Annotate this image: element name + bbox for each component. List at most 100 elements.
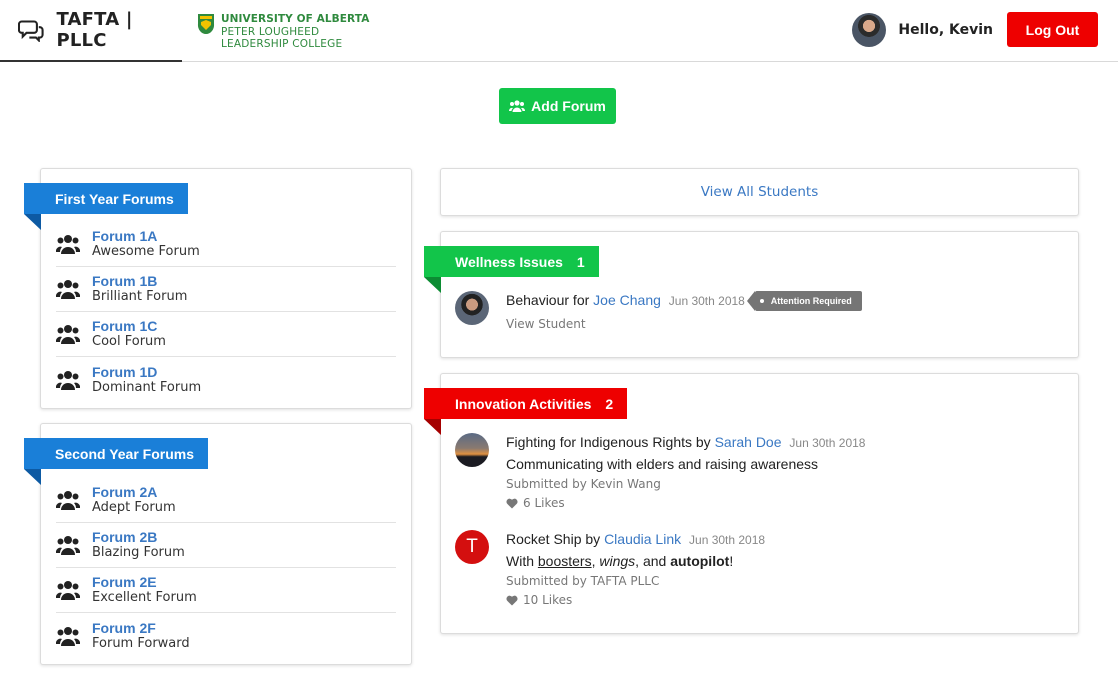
heart-icon — [506, 498, 518, 508]
wellness-item-title: Behaviour for Joe Chang Jun 30th 2018 At… — [506, 291, 862, 312]
submitted-by: Submitted by Kevin Wang — [506, 477, 661, 491]
innovation-title-prefix: Fighting for Indigenous Rights by — [506, 434, 711, 450]
college-name-line1: PETER LOUGHEED — [221, 25, 320, 38]
logout-button[interactable]: Log Out — [1007, 12, 1098, 47]
innovation-item: Fighting for Indigenous Rights by Sarah … — [455, 433, 865, 510]
innovation-activities-card: Innovation Activities 2 Fighting for Ind… — [424, 373, 1079, 634]
first-year-forums-card: First Year Forums Forum 1A Awesome Forum… — [24, 168, 412, 409]
first-year-forum-list: Forum 1A Awesome Forum Forum 1B Brillian… — [56, 222, 396, 402]
second-year-forum-list: Forum 2A Adept Forum Forum 2B Blazing Fo… — [56, 478, 396, 658]
innovation-activities-count: 2 — [605, 395, 614, 412]
top-navigation: TAFTA | PLLC UNIVERSITY OF ALBERTA PETER… — [0, 0, 1118, 62]
author-name-link[interactable]: Sarah Doe — [715, 434, 782, 450]
users-group-icon — [509, 100, 526, 112]
first-year-forums-title: First Year Forums — [55, 190, 174, 207]
user-greeting: Hello, Kevin — [898, 21, 993, 38]
users-group-icon — [56, 280, 80, 299]
forum-item[interactable]: Forum 1D Dominant Forum — [56, 357, 396, 402]
forum-item[interactable]: Forum 1B Brilliant Forum — [56, 267, 396, 312]
attention-required-badge: Attention Required — [746, 291, 862, 312]
author-avatar[interactable] — [455, 433, 489, 467]
forum-description: Brilliant Forum — [92, 289, 188, 304]
innovation-summary: Communicating with elders and raising aw… — [506, 456, 819, 472]
wellness-item: Behaviour for Joe Chang Jun 30th 2018 At… — [455, 291, 862, 332]
university-logo: UNIVERSITY OF ALBERTA PETER LOUGHEED LEA… — [197, 13, 369, 51]
author-avatar[interactable]: T — [455, 530, 489, 564]
users-group-icon — [56, 370, 80, 390]
innovation-date: Jun 30th 2018 — [689, 533, 766, 547]
users-group-icon — [56, 325, 80, 344]
user-menu: Hello, Kevin Log Out — [852, 12, 1098, 47]
forum-name[interactable]: Forum 1C — [92, 318, 166, 334]
add-forum-button[interactable]: Add Forum — [499, 88, 616, 124]
innovation-title-prefix: Rocket Ship by — [506, 531, 601, 547]
users-group-icon — [56, 536, 80, 555]
university-name: UNIVERSITY OF ALBERTA — [221, 13, 370, 25]
innovation-summary: With boosters, wings, and autopilot! — [506, 552, 765, 570]
view-all-students-link[interactable]: View All Students — [441, 169, 1078, 215]
forum-name[interactable]: Forum 2B — [92, 529, 185, 545]
wellness-issues-title: Wellness Issues — [455, 253, 563, 270]
summary-and: , and — [635, 553, 671, 569]
innovation-date: Jun 30th 2018 — [789, 436, 866, 450]
add-forum-label: Add Forum — [531, 98, 606, 114]
users-group-icon — [56, 235, 80, 254]
likes-count: 10 Likes — [523, 593, 573, 607]
like-button[interactable]: 10 Likes — [506, 593, 765, 607]
wellness-issues-ribbon: Wellness Issues 1 — [424, 246, 599, 293]
view-all-students-card: View All Students — [440, 168, 1079, 216]
wellness-title-prefix: Behaviour for — [506, 292, 590, 308]
first-year-forums-ribbon: First Year Forums — [24, 183, 188, 230]
forum-name[interactable]: Forum 1D — [92, 364, 201, 380]
wellness-date: Jun 30th 2018 — [668, 294, 745, 308]
forum-item[interactable]: Forum 2B Blazing Forum — [56, 523, 396, 568]
forum-name[interactable]: Forum 2F — [92, 620, 190, 636]
view-student-link[interactable]: View Student — [506, 316, 862, 332]
summary-autopilot: autopilot — [670, 553, 730, 569]
forum-description: Adept Forum — [92, 500, 176, 515]
forum-item[interactable]: Forum 1A Awesome Forum — [56, 222, 396, 267]
second-year-forums-card: Second Year Forums Forum 2A Adept Forum … — [24, 423, 412, 665]
forum-name[interactable]: Forum 1A — [92, 228, 200, 244]
chat-bubbles-icon — [18, 20, 44, 42]
brand-home-link[interactable]: TAFTA | PLLC — [0, 0, 182, 62]
second-year-forums-ribbon: Second Year Forums — [24, 438, 209, 485]
innovation-item-title: Rocket Ship by Claudia Link Jun 30th 201… — [506, 530, 765, 549]
forum-description: Cool Forum — [92, 334, 166, 349]
users-group-icon — [56, 491, 80, 510]
forum-item[interactable]: Forum 2F Forum Forward — [56, 613, 396, 658]
forum-description: Excellent Forum — [92, 590, 197, 605]
wellness-issues-count: 1 — [576, 253, 585, 270]
forum-name[interactable]: Forum 2E — [92, 574, 197, 590]
brand-name: TAFTA | PLLC — [56, 9, 133, 51]
college-name-line2: LEADERSHIP COLLEGE — [221, 38, 343, 50]
user-avatar[interactable] — [852, 12, 887, 47]
student-name-link[interactable]: Joe Chang — [593, 292, 661, 308]
forum-name[interactable]: Forum 1B — [92, 273, 187, 289]
summary-wings: wings — [599, 553, 636, 569]
author-name-link[interactable]: Claudia Link — [604, 531, 681, 547]
forum-description: Forum Forward — [92, 635, 190, 651]
users-group-icon — [56, 581, 80, 600]
shield-crest-icon — [197, 14, 215, 35]
innovation-activities-ribbon: Innovation Activities 2 — [424, 388, 628, 435]
summary-end: ! — [729, 553, 734, 569]
wellness-issues-card: Wellness Issues 1 Behaviour for Joe Chan… — [424, 231, 1079, 358]
forum-item[interactable]: Forum 2A Adept Forum — [56, 478, 396, 523]
forum-name[interactable]: Forum 2A — [92, 484, 176, 500]
heart-icon — [506, 595, 518, 605]
innovation-item: T Rocket Ship by Claudia Link Jun 30th 2… — [455, 530, 765, 607]
student-avatar[interactable] — [455, 291, 489, 325]
submitted-by: Submitted by TAFTA PLLC — [506, 574, 660, 588]
forum-description: Dominant Forum — [92, 379, 202, 395]
forum-description: Blazing Forum — [92, 545, 185, 560]
innovation-activities-title: Innovation Activities — [455, 395, 592, 412]
forum-item[interactable]: Forum 2E Excellent Forum — [56, 568, 396, 613]
innovation-item-title: Fighting for Indigenous Rights by Sarah … — [506, 433, 865, 452]
second-year-forums-title: Second Year Forums — [55, 445, 195, 462]
summary-with: With — [506, 553, 538, 569]
forum-item[interactable]: Forum 1C Cool Forum — [56, 312, 396, 357]
users-group-icon — [56, 626, 80, 646]
like-button[interactable]: 6 Likes — [506, 496, 865, 510]
likes-count: 6 Likes — [523, 496, 565, 510]
